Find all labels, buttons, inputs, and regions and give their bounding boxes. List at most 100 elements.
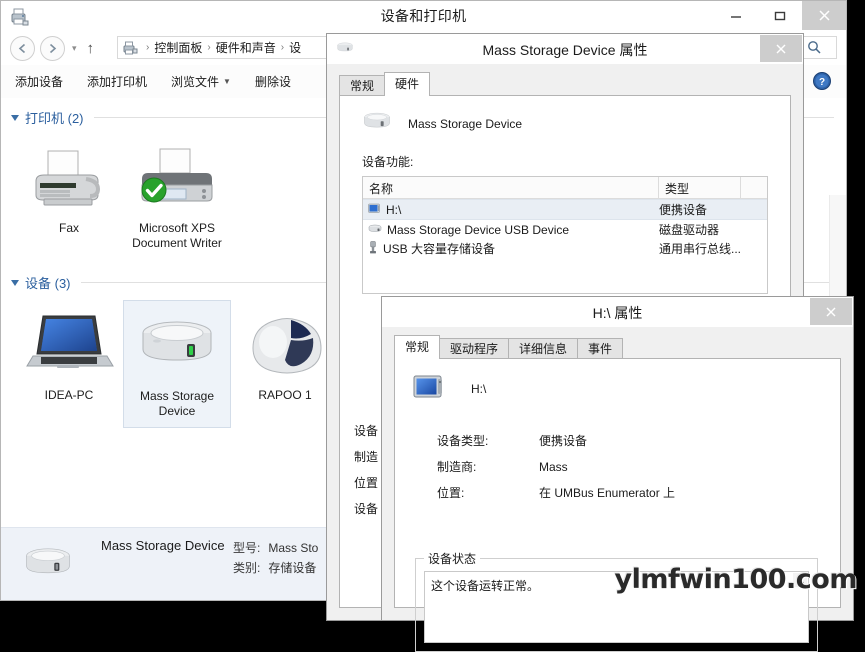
svg-text:?: ? [819,77,825,88]
column-header-name[interactable]: 名称 [363,177,659,198]
table-row[interactable]: H:\ 便携设备 [363,199,767,220]
chevron-down-icon: ▼ [223,77,231,86]
details-row-model: 型号: Mass Sto [233,538,318,558]
device-tile-mass-storage[interactable]: Mass Storage Device [123,300,231,428]
tab-strip: 常规 驱动程序 详细信息 事件 [394,335,624,359]
external-drive-icon [19,544,77,587]
breadcrumb-item-2[interactable]: 设 [289,39,301,56]
breadcrumb-item-1[interactable]: 硬件和声音 [216,39,276,56]
tab-hardware[interactable]: 硬件 [384,72,431,96]
tab-label: 硬件 [395,77,420,91]
device-tile-rapoo[interactable]: RAPOO 1 [231,300,339,428]
device-label: RAPOO 1 [258,388,312,402]
toolbar-add-printer[interactable]: 添加打印机 [87,73,147,90]
toolbar-add-device[interactable]: 添加设备 [15,73,63,90]
laptop-icon [17,306,121,384]
up-button[interactable]: ↑ [84,40,98,57]
row-type: 便携设备 [659,203,708,217]
collapse-triangle-icon[interactable] [11,114,19,121]
property-key: 制造商: [437,460,477,474]
collapse-triangle-icon[interactable] [11,279,19,286]
external-drive-icon [360,110,394,137]
property-value: 便携设备 [539,434,588,448]
toolbar-label: 添加设备 [15,75,64,89]
dialog-close-button[interactable] [760,35,802,62]
device-header: Mass Storage Device [340,96,790,137]
details-device-name: Mass Storage Device [101,538,225,553]
row-name: Mass Storage Device USB Device [387,222,570,237]
property-key: 位置: [437,486,465,500]
section-title: 打印机 (2) [25,111,84,126]
help-icon[interactable]: ? [812,71,832,91]
obscured-label-device-type: 设备 [354,424,379,438]
tab-events[interactable]: 事件 [577,338,624,359]
dialog-title: H:\ 属性 [592,305,643,321]
screen: 设备和打印机 ▾ ↑ › 控制面板 › 硬件和声音 › 设 添加设备 添加打印机… [0,0,865,652]
device-name: Mass Storage Device [408,116,523,131]
device-label: IDEA-PC [44,388,94,402]
device-label: Mass Storage Device [139,389,215,418]
external-drive-icon [126,307,228,385]
device-tile-fax[interactable]: Fax [15,133,123,259]
device-name: H:\ [471,381,487,396]
tab-label: 详细信息 [519,342,568,356]
green-check-badge [141,177,167,203]
maximize-button[interactable] [758,1,802,30]
tab-label: 常规 [350,79,375,93]
dialog-close-button[interactable] [810,298,852,325]
tab-driver[interactable]: 驱动程序 [439,338,510,359]
device-label: Fax [58,221,79,235]
tab-label: 常规 [405,340,430,354]
property-value: 在 UMBus Enumerator 上 [539,486,676,500]
device-header: H:\ [395,359,840,404]
toolbar-label: 浏览文件 [171,75,220,89]
tab-general[interactable]: 常规 [394,335,441,359]
back-button[interactable] [10,36,35,61]
table-row[interactable]: USB 大容量存储设备 通用串行总线... [363,239,767,258]
breadcrumb-root-icon [122,40,139,55]
usb-icon [368,240,378,257]
details-key: 类别: [233,561,261,575]
tab-general[interactable]: 常规 [339,75,386,96]
toolbar-label: 添加打印机 [87,75,148,89]
disk-drive-icon [368,223,382,237]
tab-label: 驱动程序 [450,342,499,356]
details-fields: 型号: Mass Sto 类别: 存储设备 [233,538,318,578]
toolbar-label: 删除设 [254,75,291,89]
close-button[interactable] [802,1,846,30]
toolbar-browse-files[interactable]: 浏览文件 ▼ [171,73,231,90]
device-tile-xps-writer[interactable]: Microsoft XPS Document Writer [123,133,231,259]
dialog-title: Mass Storage Device 属性 [482,42,648,58]
details-row-category: 类别: 存储设备 [233,558,318,578]
row-type: 通用串行总线... [659,242,742,256]
minimize-button[interactable] [714,1,758,30]
details-key: 型号: [233,541,261,555]
window-controls [714,1,846,30]
tab-details[interactable]: 详细信息 [508,338,579,359]
obscured-label-location: 位置 [354,476,379,490]
watermark: ylmfwin100.com [614,564,858,595]
row-name: H:\ [386,202,402,217]
column-header-extra[interactable] [741,177,767,198]
property-key: 设备类型: [437,434,489,448]
nav-buttons: ▾ ↑ [10,36,97,61]
row-type: 磁盘驱动器 [659,223,720,237]
device-tile-idea-pc[interactable]: IDEA-PC [15,300,123,428]
table-row[interactable]: Mass Storage Device USB Device 磁盘驱动器 [363,220,767,239]
breadcrumb-separator: › [146,42,150,53]
breadcrumb-item-0[interactable]: 控制面板 [154,39,202,56]
column-header-type[interactable]: 类型 [659,177,741,198]
row-name: USB 大容量存储设备 [383,242,496,256]
recent-locations-button[interactable]: ▾ [70,43,79,54]
device-functions-list[interactable]: 名称 类型 H:\ 便携设备 Mass Storage Device USB D… [362,176,768,294]
section-title: 设备 (3) [25,276,71,291]
forward-button[interactable] [40,36,65,61]
printer-icon [125,139,229,217]
property-row-device-type: 设备类型: 便携设备 [395,428,840,454]
tab-strip: 常规 硬件 [339,72,431,96]
toolbar-remove-device[interactable]: 删除设 [255,73,291,90]
search-icon [808,41,821,54]
property-value: Mass [539,460,568,474]
properties-list: 设备类型: 便携设备 制造商: Mass 位置: 在 UMBus Enumera… [395,428,840,506]
obscured-label-device-status: 设备 [354,502,379,516]
